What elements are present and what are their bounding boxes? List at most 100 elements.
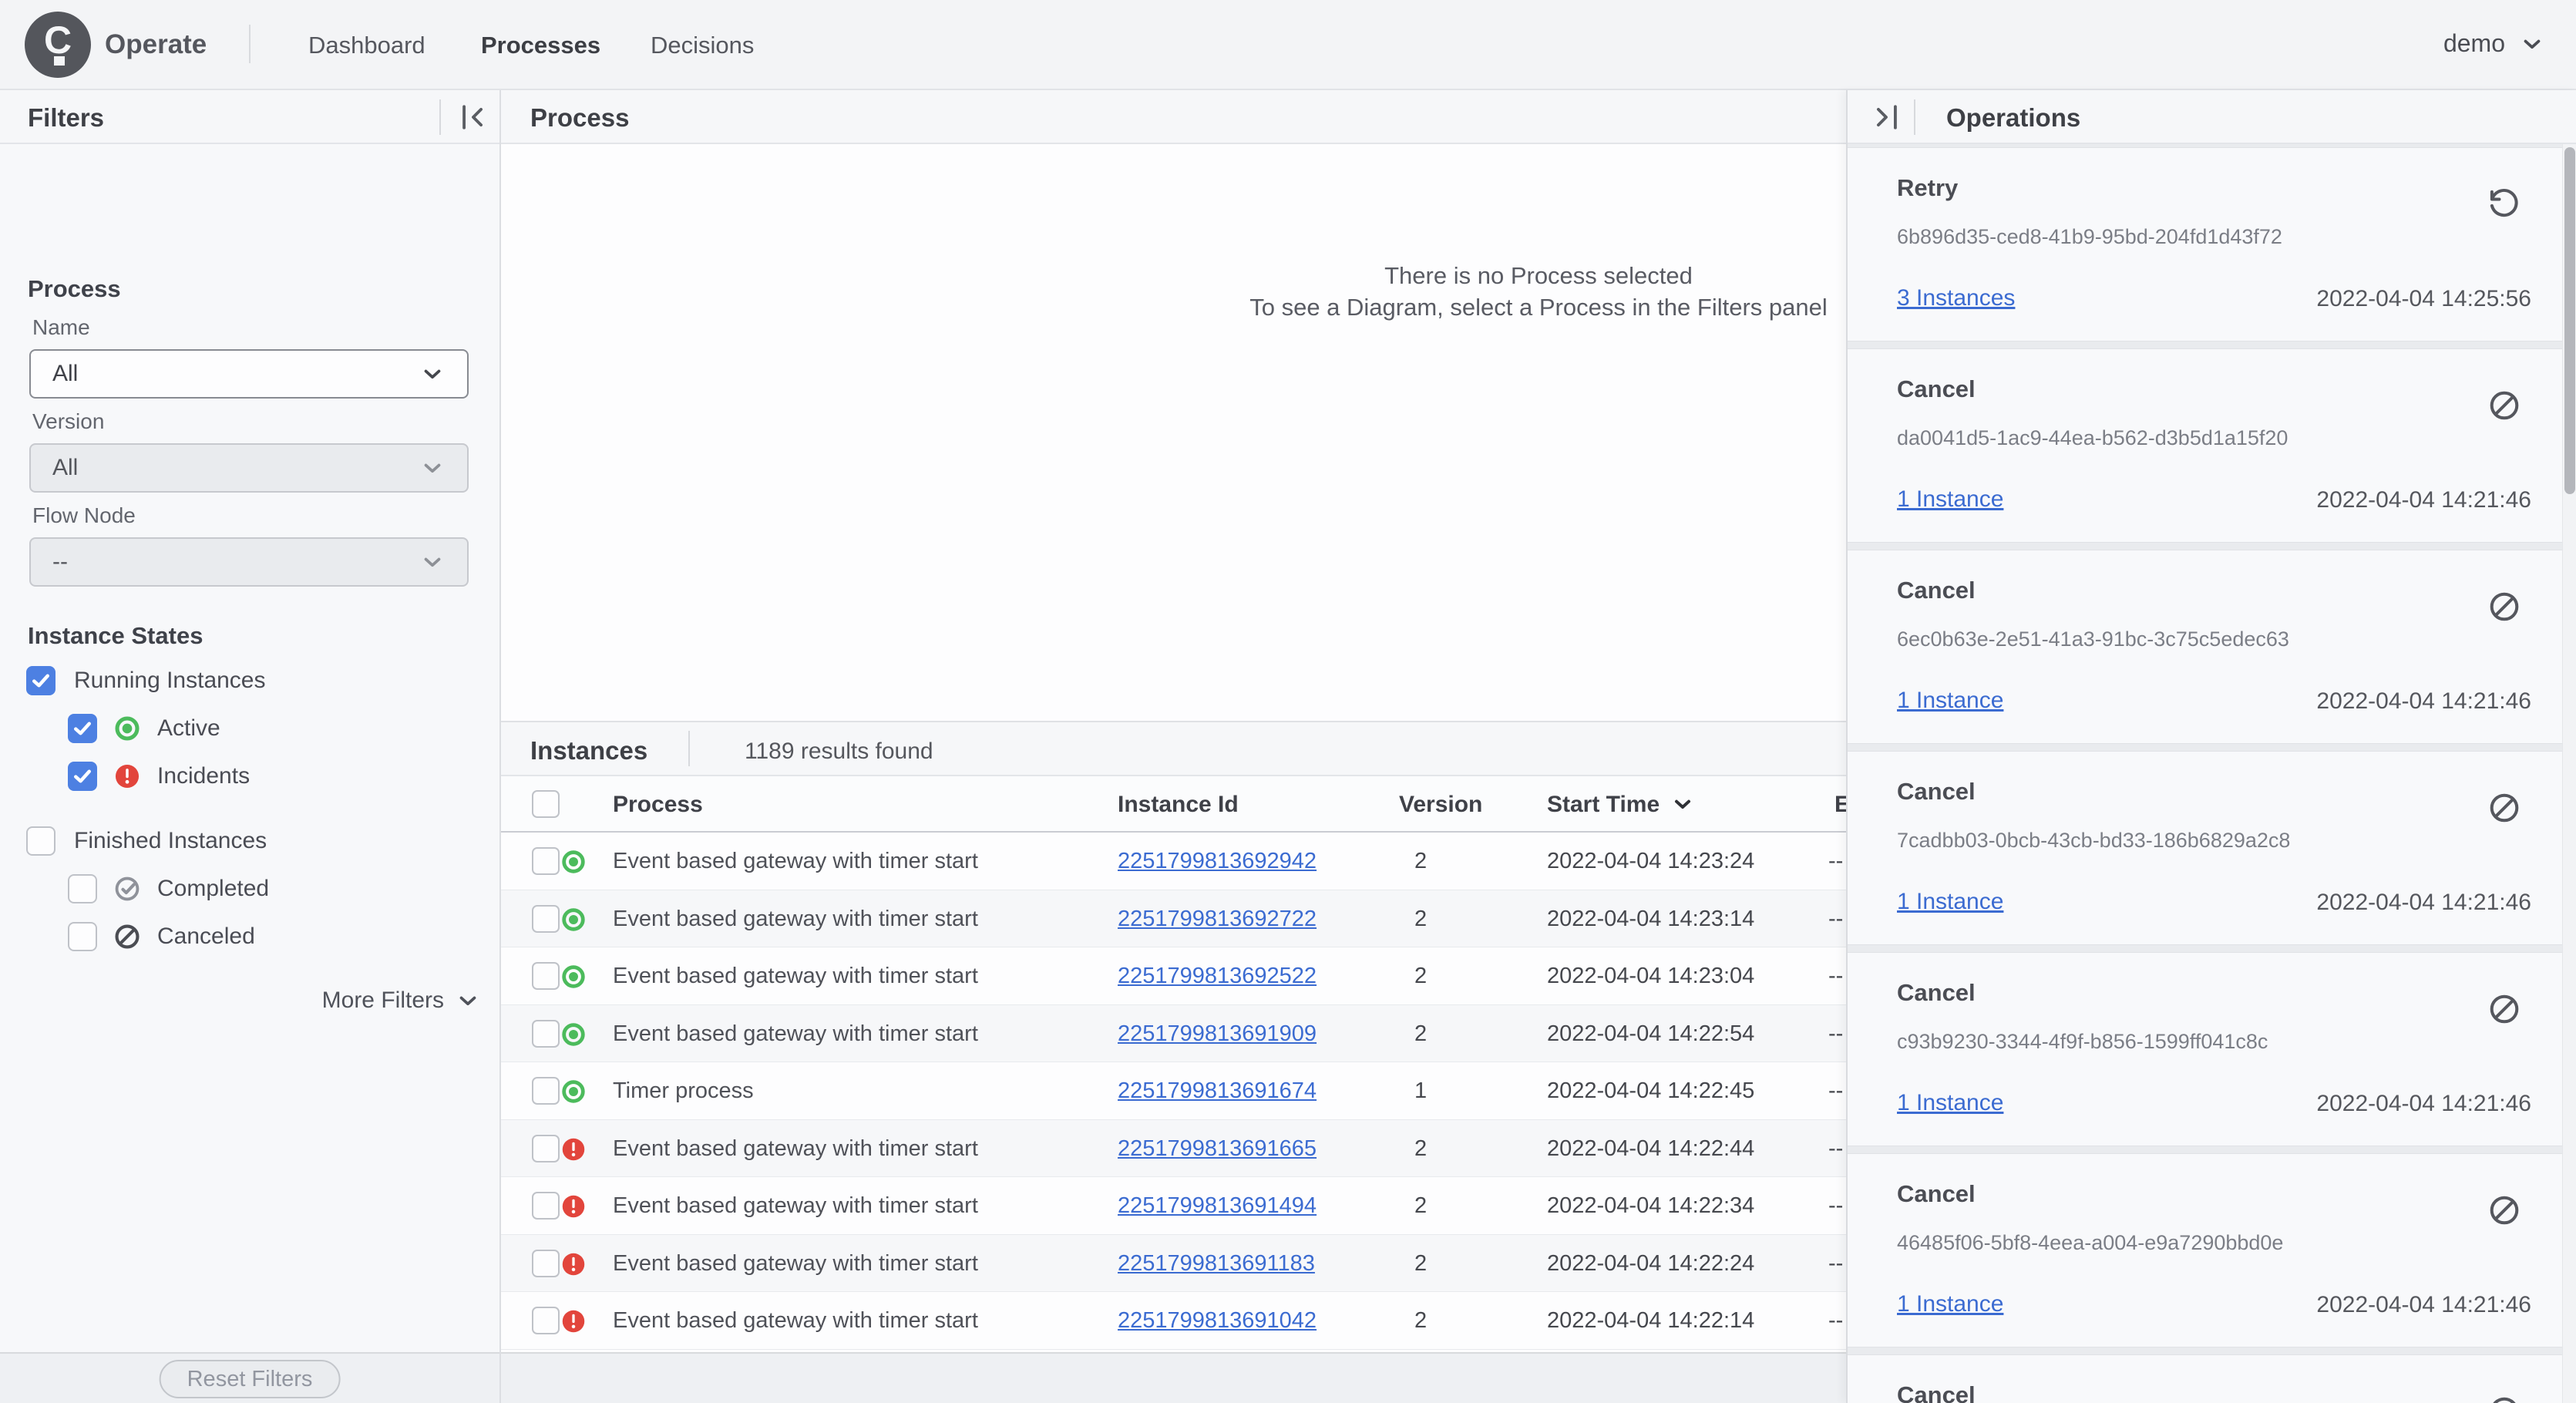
checkbox[interactable]: [68, 874, 97, 903]
process-version-select: All: [29, 443, 469, 493]
process-name: Event based gateway with timer start: [613, 1021, 978, 1046]
more-filters-button[interactable]: More Filters: [322, 987, 481, 1014]
filter-option-completed[interactable]: Completed: [0, 865, 499, 913]
process-name: Event based gateway with timer start: [613, 1193, 978, 1218]
operation-entry: Retry 6b896d35-ced8-41b9-95bd-204fd1d43f…: [1848, 147, 2562, 341]
row-checkbox[interactable]: [532, 1134, 560, 1162]
end-time-value: --: [1828, 1308, 1844, 1333]
active-icon: [560, 1021, 587, 1048]
operation-id: da0041d5-1ac9-44ea-b562-d3b5d1a15f20: [1897, 426, 2288, 449]
column-version[interactable]: Version: [1399, 792, 1482, 818]
end-time-value: --: [1828, 906, 1844, 931]
end-time-value: --: [1828, 1193, 1844, 1218]
active-icon: [113, 714, 142, 743]
user-name: demo: [2443, 29, 2505, 57]
row-checkbox[interactable]: [532, 1307, 560, 1334]
instance-id-link[interactable]: 2251799813691042: [1118, 1308, 1317, 1333]
operations-panel: Operations Retry 6b896d35-ced8-41b9-95bd…: [1846, 90, 2576, 1403]
filter-option-canceled[interactable]: Canceled: [0, 913, 499, 961]
filters-panel: Filters Process Name All Version All Flo…: [0, 90, 501, 1403]
state-label: Finished Instances: [74, 828, 267, 853]
filters-title: Filters: [28, 103, 105, 132]
operation-instances-link[interactable]: 1 Instance: [1897, 688, 2003, 714]
filter-option-running-instances[interactable]: Running Instances: [0, 657, 499, 705]
checkbox[interactable]: [68, 714, 97, 743]
process-name: Event based gateway with timer start: [613, 964, 978, 988]
select-all-checkbox[interactable]: [532, 790, 560, 818]
operations-scrollbar[interactable]: [2562, 144, 2576, 1403]
expand-right-icon[interactable]: [1869, 100, 1903, 134]
column-start-time[interactable]: Start Time: [1547, 792, 1695, 818]
sort-desc-icon: [1675, 799, 1691, 809]
check-icon: [74, 769, 91, 783]
instance-id-link[interactable]: 2251799813691494: [1118, 1193, 1317, 1218]
scrollbar-thumb[interactable]: [2564, 147, 2575, 494]
instance-id-link[interactable]: 2251799813692942: [1118, 849, 1317, 873]
nav-tab-dashboard[interactable]: Dashboard: [308, 32, 425, 59]
app-title: Operate: [105, 29, 207, 59]
version-value: 2: [1414, 849, 1428, 873]
operation-instances-link[interactable]: 3 Instances: [1897, 285, 2015, 311]
column-instance-id[interactable]: Instance Id: [1118, 792, 1239, 818]
version-value: 2: [1414, 1308, 1428, 1333]
checkbox[interactable]: [26, 666, 55, 695]
flow-node-label: Flow Node: [32, 503, 136, 527]
instance-id-link[interactable]: 2251799813692722: [1118, 907, 1317, 931]
reset-filters-button[interactable]: Reset Filters: [159, 1360, 341, 1398]
version-value: 2: [1414, 1136, 1428, 1161]
collapse-left-icon[interactable]: [456, 100, 490, 134]
name-label: Name: [32, 315, 90, 339]
operation-type-label: Retry: [1897, 174, 1959, 201]
state-label: Completed: [157, 876, 270, 901]
operation-entry: Cancel 6ec0b63e-2e51-41a3-91bc-3c75c5ede…: [1848, 550, 2562, 744]
operation-timestamp: 2022-04-04 14:21:46: [2316, 1091, 2531, 1116]
operation-timestamp: 2022-04-04 14:25:56: [2316, 286, 2531, 311]
instance-id-link[interactable]: 2251799813691909: [1118, 1021, 1317, 1046]
end-time-value: --: [1828, 1136, 1844, 1161]
filter-option-active[interactable]: Active: [0, 705, 499, 752]
operation-type-label: Cancel: [1897, 577, 1976, 604]
instance-states-heading: Instance States: [28, 622, 203, 649]
filter-option-incidents[interactable]: Incidents: [0, 752, 499, 800]
instance-id-link[interactable]: 2251799813692522: [1118, 964, 1317, 988]
incident-icon: [560, 1193, 587, 1220]
checkbox[interactable]: [26, 826, 55, 856]
operations-title: Operations: [1946, 103, 2081, 132]
row-checkbox[interactable]: [532, 1192, 560, 1220]
row-checkbox[interactable]: [532, 1077, 560, 1105]
row-checkbox[interactable]: [532, 962, 560, 990]
incident-icon: [113, 762, 142, 791]
state-label: Incidents: [157, 763, 251, 789]
chevron-down-icon: [424, 369, 441, 379]
row-checkbox[interactable]: [532, 847, 560, 875]
checkbox[interactable]: [68, 922, 97, 951]
row-checkbox[interactable]: [532, 1019, 560, 1048]
instance-id-link[interactable]: 2251799813691183: [1118, 1251, 1315, 1276]
row-checkbox[interactable]: [532, 904, 560, 933]
process-name-value: All: [52, 361, 79, 386]
start-time-value: 2022-04-04 14:23:04: [1547, 964, 1755, 988]
operation-instances-link[interactable]: 1 Instance: [1897, 486, 2003, 513]
column-process[interactable]: Process: [613, 792, 703, 818]
instance-states-list: Running Instances Active Incidents Finis…: [0, 657, 499, 961]
process-name: Event based gateway with timer start: [613, 1250, 978, 1276]
operation-instances-link[interactable]: 1 Instance: [1897, 1291, 2003, 1317]
cancel-icon: [2487, 1394, 2522, 1403]
operation-instances-link[interactable]: 1 Instance: [1897, 1090, 2003, 1116]
checkbox[interactable]: [68, 762, 97, 791]
operation-id: c93b9230-3344-4f9f-b856-1599ff041c8c: [1897, 1030, 2268, 1053]
flow-node-value: --: [52, 549, 68, 574]
operation-timestamp: 2022-04-04 14:21:46: [2316, 890, 2531, 915]
process-version-value: All: [52, 455, 79, 480]
nav-tab-decisions[interactable]: Decisions: [651, 32, 754, 59]
header-divider: [1914, 99, 1915, 135]
row-checkbox[interactable]: [532, 1249, 560, 1277]
instance-id-link[interactable]: 2251799813691674: [1118, 1078, 1317, 1103]
process-name-select[interactable]: All: [29, 349, 469, 399]
instance-id-link[interactable]: 2251799813691665: [1118, 1136, 1317, 1161]
chevron-down-icon: [459, 996, 476, 1006]
filter-option-finished-instances[interactable]: Finished Instances: [0, 817, 499, 865]
nav-tab-processes[interactable]: Processes: [481, 32, 600, 59]
user-menu[interactable]: demo: [2443, 29, 2545, 58]
operation-instances-link[interactable]: 1 Instance: [1897, 889, 2003, 915]
